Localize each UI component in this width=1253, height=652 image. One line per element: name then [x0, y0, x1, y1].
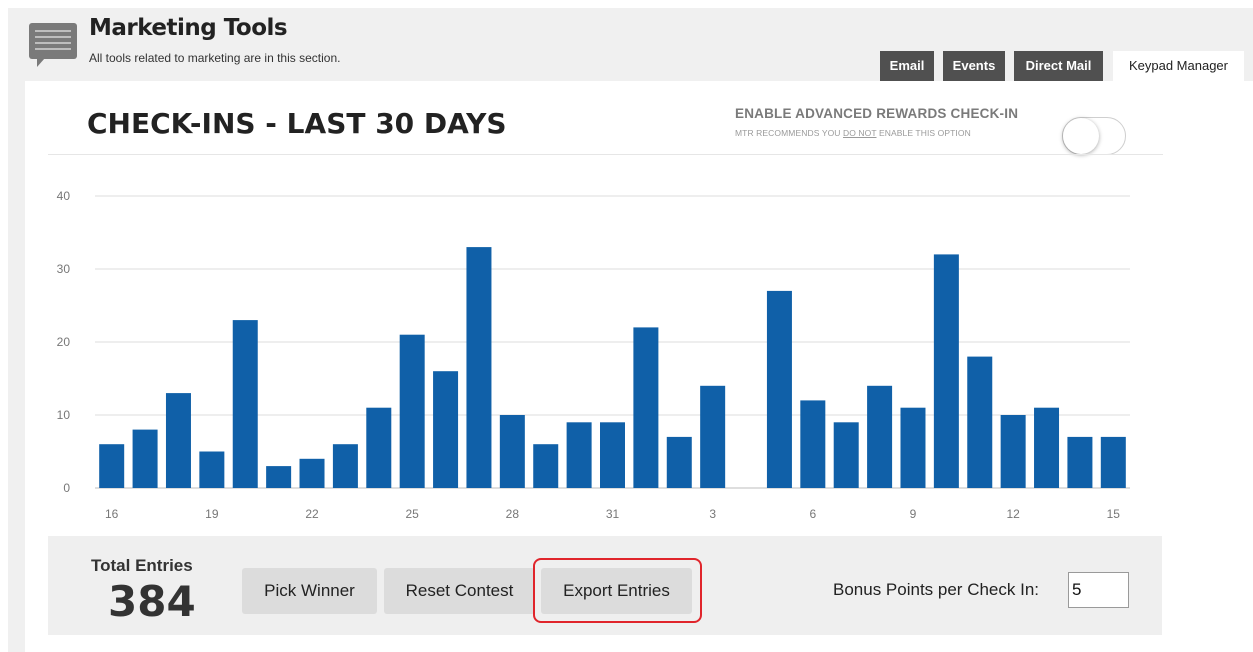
x-tick-label: 6 [809, 507, 816, 521]
bar-24[interactable] [366, 407, 392, 488]
x-tick-label: 25 [405, 507, 419, 521]
bar-30[interactable] [566, 422, 592, 488]
bar-18[interactable] [165, 393, 191, 488]
x-tick-label: 22 [305, 507, 319, 521]
x-tick-label: 3 [709, 507, 716, 521]
bar-8[interactable] [867, 385, 893, 488]
y-tick-label: 10 [57, 408, 71, 422]
y-tick-label: 40 [57, 189, 71, 203]
bar-23[interactable] [332, 444, 358, 488]
x-tick-label: 19 [205, 507, 219, 521]
total-entries-value: 384 [108, 577, 196, 626]
bar-21[interactable] [266, 466, 292, 488]
x-tick-label: 9 [910, 507, 917, 521]
bar-26[interactable] [433, 371, 459, 488]
bar-20[interactable] [232, 320, 258, 488]
bar-28[interactable] [499, 415, 525, 488]
y-tick-label: 30 [57, 262, 71, 276]
x-tick-label: 12 [1006, 507, 1020, 521]
bar-17[interactable] [132, 429, 158, 488]
bar-6[interactable] [800, 400, 826, 488]
bar-22[interactable] [299, 458, 325, 488]
bar-31[interactable] [600, 422, 625, 488]
y-tick-label: 20 [57, 335, 71, 349]
bar-11[interactable] [967, 356, 993, 488]
bar-29[interactable] [533, 444, 559, 488]
x-tick-label: 15 [1107, 507, 1121, 521]
bar-2[interactable] [666, 436, 692, 488]
bonus-points-label: Bonus Points per Check In: [833, 580, 1040, 599]
bar-5[interactable] [766, 290, 792, 488]
bar-1[interactable] [633, 327, 659, 488]
bar-13[interactable] [1034, 407, 1060, 488]
y-tick-label: 0 [63, 481, 70, 495]
bar-15[interactable] [1100, 436, 1126, 488]
x-tick-label: 31 [606, 507, 620, 521]
bar-9[interactable] [900, 407, 926, 488]
export-highlight-outline [533, 558, 702, 623]
bar-25[interactable] [399, 334, 425, 488]
bar-3[interactable] [700, 385, 726, 488]
reset-contest-button[interactable]: Reset Contest [384, 568, 535, 614]
x-tick-label: 16 [105, 507, 119, 521]
bonus-points-input[interactable] [1068, 572, 1129, 608]
bar-10[interactable] [933, 254, 959, 488]
pick-winner-button[interactable]: Pick Winner [242, 568, 377, 614]
x-tick-label: 28 [506, 507, 520, 521]
bar-12[interactable] [1000, 415, 1026, 488]
bar-14[interactable] [1067, 436, 1093, 488]
bar-16[interactable] [99, 444, 125, 488]
bar-27[interactable] [466, 247, 492, 488]
bar-7[interactable] [833, 422, 859, 488]
total-entries-label: Total Entries [91, 556, 193, 575]
bar-19[interactable] [199, 451, 225, 489]
